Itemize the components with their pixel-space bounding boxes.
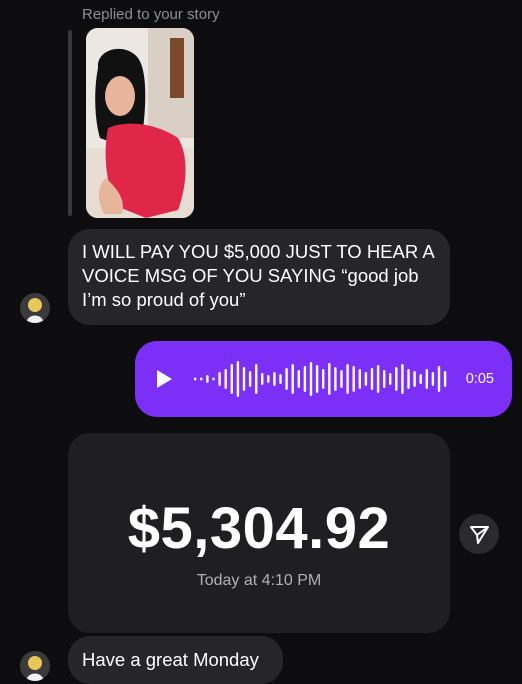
waveform-bar (315, 365, 319, 393)
story-thumbnail[interactable] (86, 28, 194, 218)
waveform-bar (236, 361, 240, 397)
incoming-message[interactable]: I WILL PAY YOU $5,000 JUST TO HEAR A VOI… (68, 229, 450, 325)
story-reply-label: Replied to your story (82, 6, 220, 23)
waveform-bar (358, 369, 361, 389)
waveform-bar (285, 368, 288, 390)
waveform-bar (364, 372, 368, 386)
waveform-bar (346, 364, 349, 394)
waveform-bar (212, 377, 215, 381)
waveform-bar (255, 364, 258, 394)
waveform-bar (273, 372, 276, 386)
waveform-bar (309, 362, 313, 396)
waveform-bar (407, 369, 410, 389)
waveform-bar (303, 366, 307, 392)
waveform-bar (443, 371, 447, 387)
avatar-image (20, 651, 50, 681)
waveform-bar (206, 375, 209, 383)
waveform-bar (322, 369, 325, 389)
waveform-bar (291, 364, 294, 394)
paper-plane-icon (470, 526, 489, 544)
waveform-bar (340, 370, 343, 388)
waveform-bar (267, 375, 270, 383)
waveform-bar (413, 371, 416, 387)
waveform-bar (395, 367, 398, 391)
waveform-bar (383, 370, 386, 388)
waveform-bar (328, 363, 331, 395)
message-text: Have a great Monday (82, 649, 259, 670)
waveform-bar (334, 367, 337, 391)
message-text: I WILL PAY YOU $5,000 JUST TO HEAR A VOI… (82, 241, 434, 310)
waveform-bar (389, 373, 392, 385)
waveform-bar (230, 364, 233, 394)
payment-card[interactable]: $5,304.92 Today at 4:10 PM (68, 433, 450, 633)
incoming-message[interactable]: Have a great Monday (68, 636, 283, 684)
story-image (86, 28, 194, 218)
waveform-bar (200, 377, 203, 381)
avatar[interactable] (20, 651, 50, 681)
waveform-bar (425, 369, 428, 389)
voice-message[interactable]: 0:05 (135, 341, 512, 417)
payment-timestamp: Today at 4:10 PM (196, 572, 322, 589)
waveform-bar (401, 364, 404, 394)
reply-quote-bar (68, 30, 72, 216)
share-button[interactable] (459, 514, 499, 554)
payment-amount: $5,304.92 (127, 496, 391, 561)
waveform-bar (297, 370, 300, 388)
waveform-bar (224, 369, 227, 389)
avatar[interactable] (20, 293, 50, 323)
waveform-bar (437, 366, 441, 392)
play-icon[interactable] (157, 370, 172, 388)
waveform-bar (370, 368, 374, 390)
waveform-bar (431, 372, 435, 386)
waveform-bar (242, 367, 246, 391)
avatar-image (20, 293, 50, 323)
waveform[interactable] (193, 341, 449, 417)
waveform-bar (352, 366, 355, 392)
voice-duration: 0:05 (465, 371, 494, 387)
waveform-bar (376, 365, 380, 393)
waveform-bar (261, 373, 264, 385)
waveform-bar (248, 371, 252, 387)
waveform-bar (279, 374, 282, 384)
waveform-bar (194, 377, 197, 381)
waveform-bar (218, 372, 221, 386)
waveform-bar (419, 374, 422, 384)
